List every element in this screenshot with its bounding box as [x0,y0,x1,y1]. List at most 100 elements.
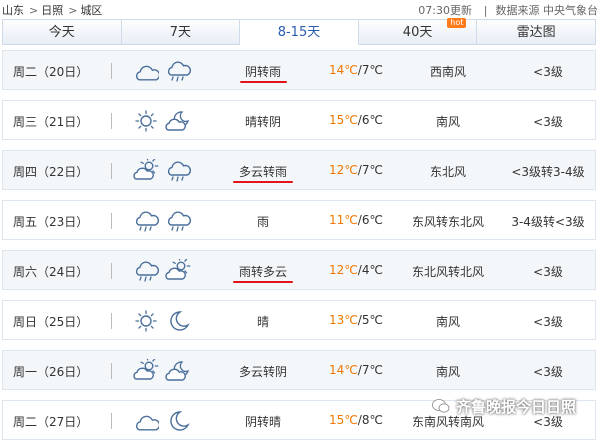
data-source: | 数据来源 中央气象台 [484,2,598,18]
temp-high: 11℃ [329,213,358,227]
rain-icon [165,159,191,183]
wind-level: <3级 [533,315,563,329]
temp-high: 12℃ [329,263,358,277]
weather-description: 晴转阴 [244,115,281,129]
weather-description: 晴 [256,315,269,329]
forecast-day: 周五（23日） [13,215,89,229]
wind-level: 3-4级转<3级 [511,215,585,229]
forecast-tabs: 今天 7天 8-15天 40天 hot 雷达图 [2,18,596,45]
temp-high: 12℃ [329,163,358,177]
weather-description: 雨 [256,215,269,229]
temperature: 11℃/6℃ [321,213,391,227]
wind-level: <3级 [533,115,563,129]
row-divider [111,363,112,379]
partly-cloudy-night-icon [165,359,191,383]
sunny-icon [133,309,159,333]
tab-radar[interactable]: 雷达图 [477,19,596,45]
temp-low: /4℃ [357,263,383,277]
rain-icon [165,209,191,233]
temperature: 14℃/7℃ [321,363,391,377]
highlight-underline [233,181,293,183]
tab-label: 8-15天 [277,25,321,40]
tab-7-days[interactable]: 7天 [121,19,241,45]
hot-badge: hot [447,18,467,28]
rain-icon [133,259,159,283]
rain-icon [165,59,191,83]
moon-icon [165,309,191,333]
forecast-row: 周二（20日） 阴转雨 14℃/7℃ 西南风 <3级 [2,50,596,90]
temp-low: /6℃ [357,213,383,227]
rain-icon [133,209,159,233]
source-divider: | [483,4,488,17]
forecast-row: 周五（23日） 雨 11℃/6℃ 东风转东北风 3-4级转<3级 [2,200,596,240]
breadcrumb-city[interactable]: 日照 [41,4,63,17]
temp-low: /6℃ [357,113,383,127]
cloudy-icon [133,409,161,433]
wechat-icon [432,398,450,418]
forecast-row: 周一（26日） 多云转阴 14℃/7℃ 南风 <3级 [2,350,596,390]
temperature: 12℃/7℃ [321,163,391,177]
temp-low: /8℃ [357,413,383,427]
weather-description: 多云转雨 [238,165,287,179]
temp-low: /7℃ [357,163,383,177]
forecast-day: 周四（22日） [13,165,89,179]
wind-direction: 西南风 [429,65,466,79]
source-name: 中央气象台 [543,4,598,17]
temp-low: /7℃ [357,63,383,77]
row-divider [111,263,112,279]
forecast-day: 周日（25日） [13,315,89,329]
row-divider [111,213,112,229]
watermark: 齐鲁晚报今日日照 [432,396,600,422]
forecast-day: 周二（20日） [13,65,89,79]
wind-direction: 东北风转北风 [411,265,484,279]
partly-cloudy-icon [133,356,159,383]
row-divider [111,413,112,429]
temp-high: 15℃ [329,413,358,427]
wind-direction: 东风转东北风 [411,215,484,229]
weather-description: 多云转阴 [238,365,287,379]
forecast-day: 周三（21日） [13,115,89,129]
row-divider [111,113,112,129]
tab-8-15-days[interactable]: 8-15天 [240,19,359,45]
highlight-underline [239,81,287,83]
temperature: 14℃/7℃ [321,63,391,77]
temperature: 15℃/8℃ [321,413,391,427]
temp-low: /5℃ [357,313,383,327]
wind-level: <3级 [533,365,563,379]
breadcrumb-separator: > [68,4,78,17]
breadcrumb-separator: > [29,4,39,17]
sunny-icon [133,109,159,133]
forecast-row: 周六（24日） 雨转多云 12℃/4℃ 东北风转北风 <3级 [2,250,596,290]
temp-high: 14℃ [329,363,358,377]
source-label: 数据来源 [495,4,540,17]
wind-level: <3级 [533,65,563,79]
temp-high: 13℃ [329,313,358,327]
tab-label: 雷达图 [516,25,556,40]
tab-40-days[interactable]: 40天 hot [358,18,478,45]
partly-cloudy-icon [165,256,191,283]
temp-low: /7℃ [357,363,383,377]
temperature: 15℃/6℃ [321,113,391,127]
breadcrumb: 山东 > 日照 > 城区 [2,2,104,18]
forecast-day: 周二（27日） [13,415,89,429]
tab-label: 7天 [169,25,192,40]
temperature: 13℃/5℃ [321,313,391,327]
tab-today[interactable]: 今天 [2,19,122,45]
forecast-day: 周一（26日） [13,365,89,379]
temperature: 12℃/4℃ [321,263,391,277]
weather-description: 阴转雨 [244,65,281,79]
forecast-row: 周日（25日） 晴 13℃/5℃ 南风 <3级 [2,300,596,340]
wind-direction: 南风 [435,115,460,129]
temp-high: 14℃ [329,63,358,77]
weather-description: 雨转多云 [238,265,287,279]
breadcrumb-province[interactable]: 山东 [2,4,24,17]
breadcrumb-district[interactable]: 城区 [80,4,102,17]
top-bar: 山东 > 日照 > 城区 07:30更新 | 数据来源 中央气象台 [0,0,600,18]
cloudy-icon [133,59,161,83]
row-divider [111,63,112,79]
wind-direction: 南风 [435,365,460,379]
forecast-day: 周六（24日） [13,265,89,279]
wind-level: <3级 [533,265,563,279]
partly-cloudy-night-icon [165,109,191,133]
row-divider [111,163,112,179]
